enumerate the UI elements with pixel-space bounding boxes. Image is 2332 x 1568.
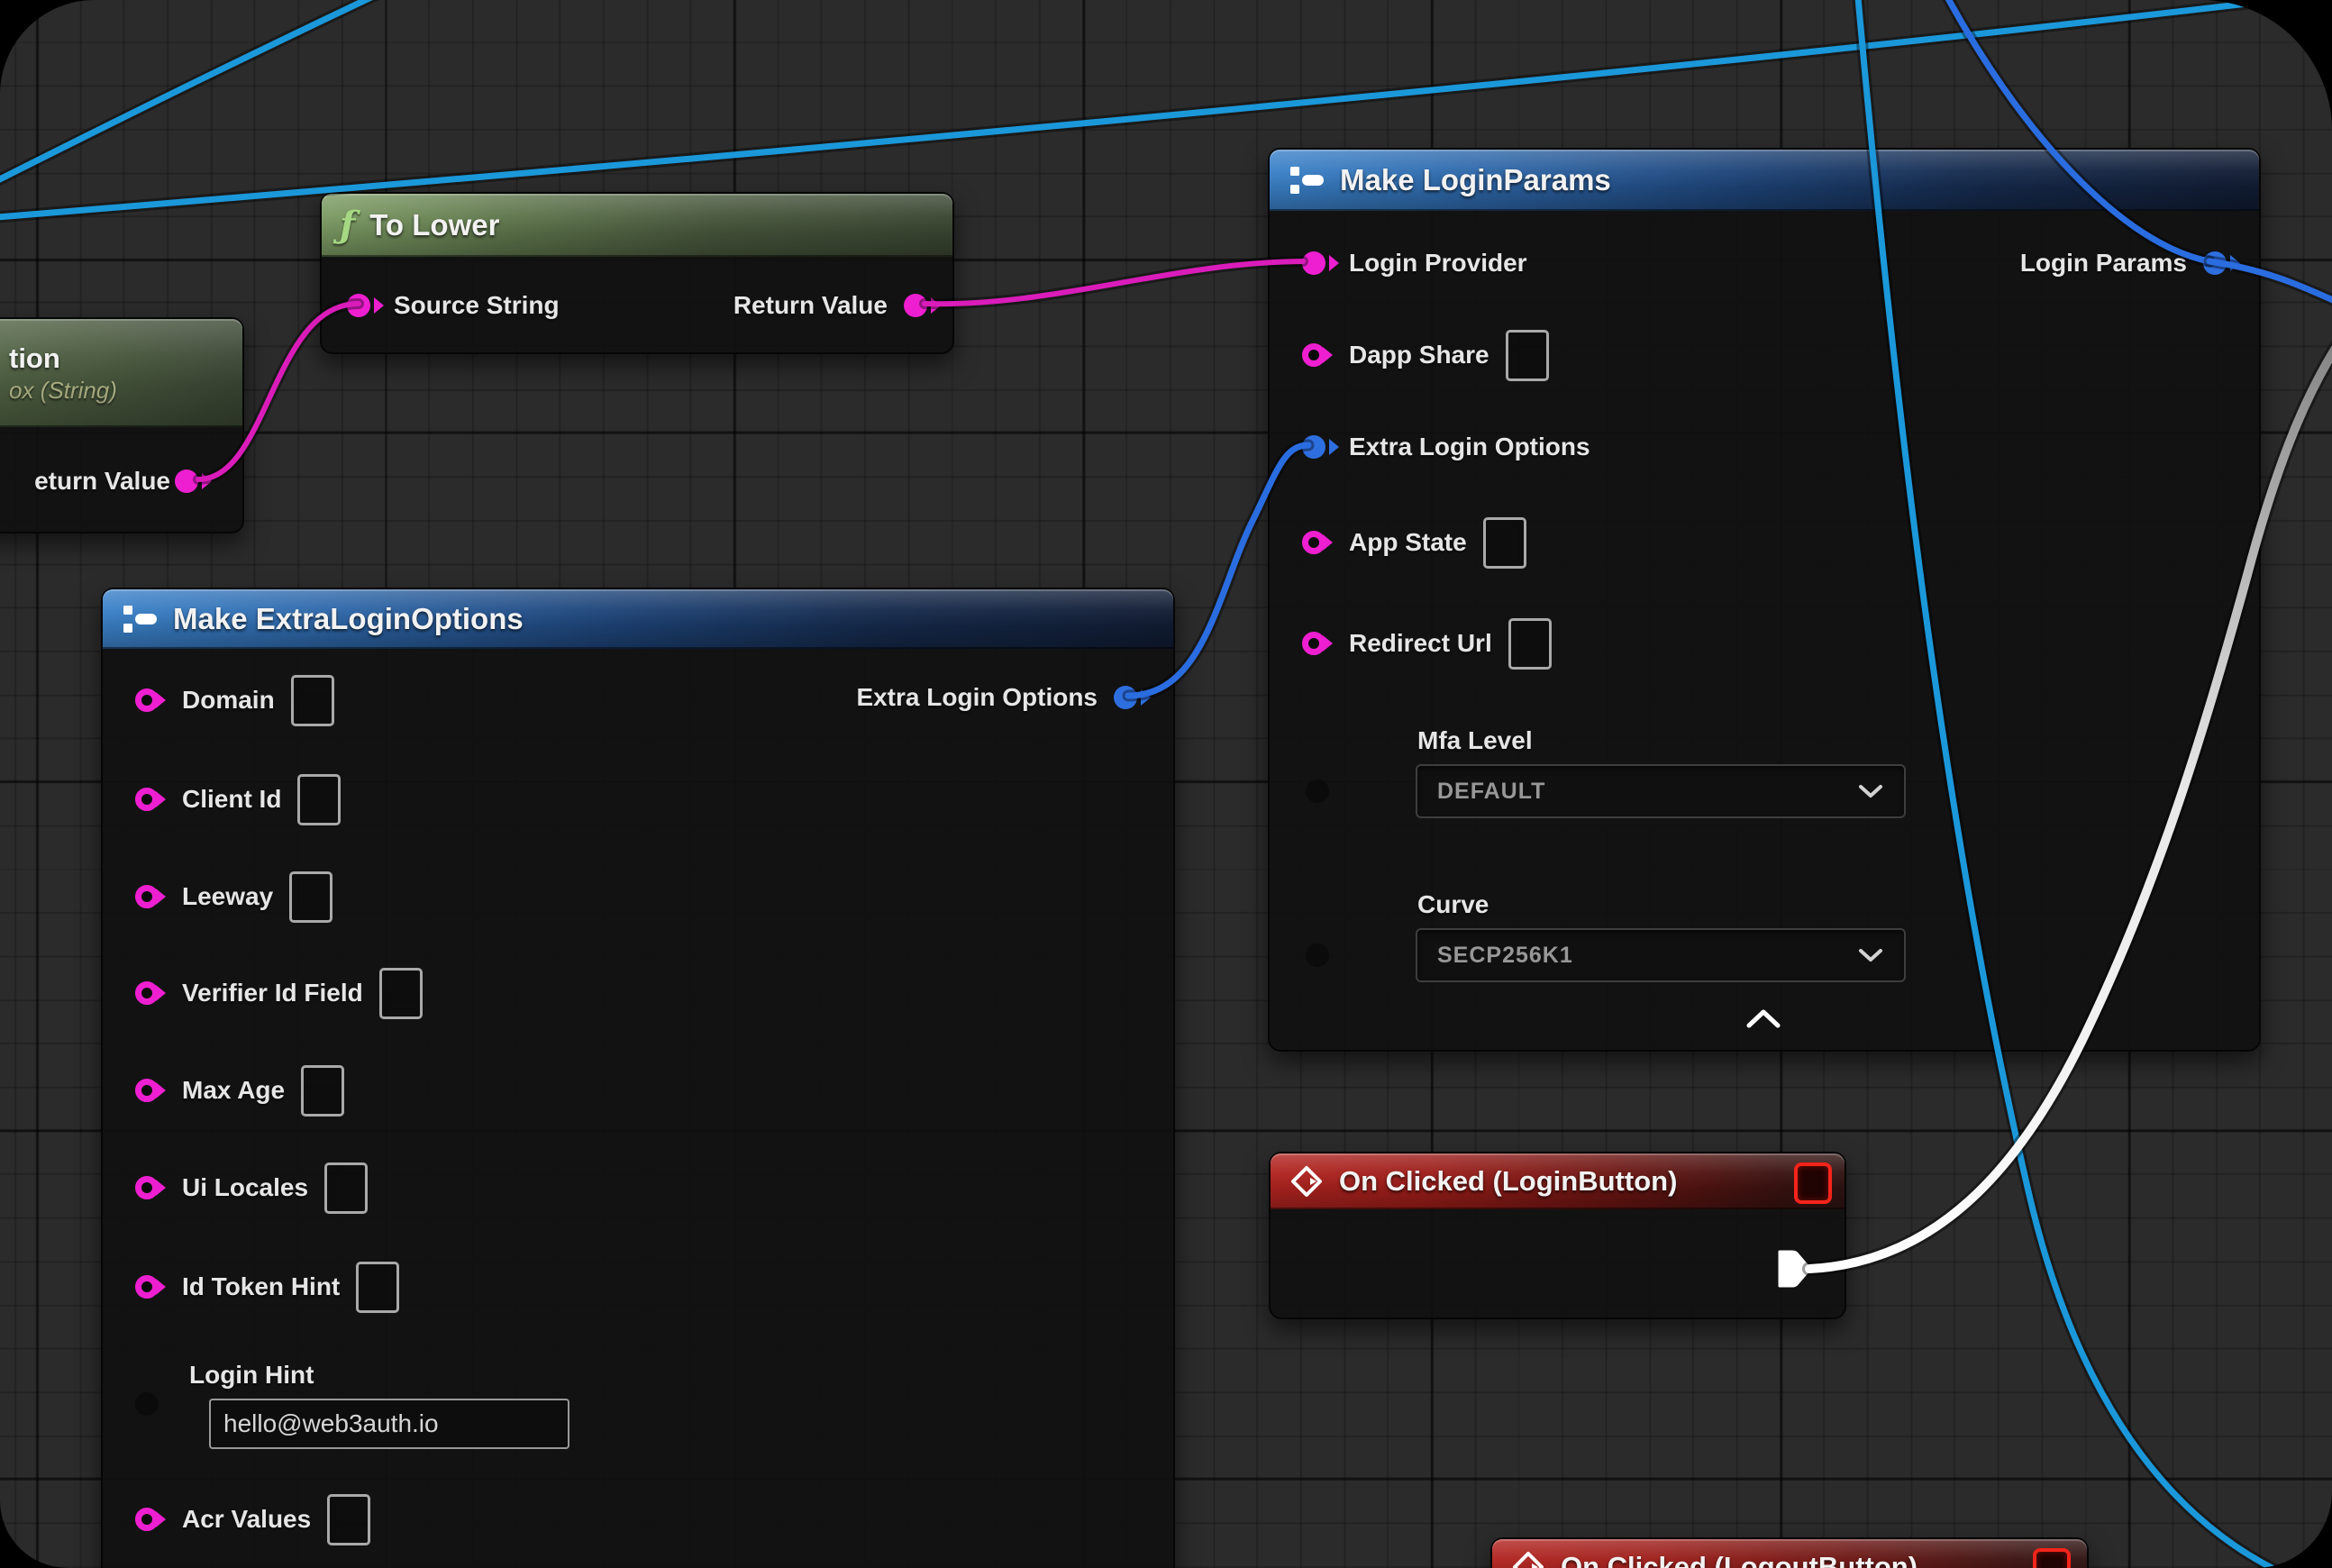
checkbox-client-id[interactable]: [297, 774, 341, 825]
pin-row-source-string: Source String: [347, 281, 560, 330]
node-title: On Clicked (LogoutButton): [1561, 1551, 1918, 1568]
field-label-mfa-level: Mfa Level: [1417, 726, 1533, 755]
node-make-extra-login-options[interactable]: Make ExtraLoginOptions Extra Login Optio…: [101, 588, 1175, 1568]
pin-label: Return Value: [733, 291, 888, 320]
node-truncated-function-header[interactable]: tion ox (String): [0, 319, 242, 427]
dropdown-mfa-level[interactable]: DEFAULT: [1416, 764, 1906, 818]
node-to-lower[interactable]: ƒ To Lower Source String Return Value: [320, 192, 954, 354]
node-to-lower-header[interactable]: ƒ To Lower: [322, 194, 952, 257]
pin-label: Ui Locales: [182, 1173, 308, 1202]
node-title: On Clicked (LoginButton): [1339, 1165, 1677, 1198]
input-pin-acr-values[interactable]: [135, 1508, 159, 1531]
wire-cyan-diag-a-halo: [0, 0, 419, 192]
input-pin-client-id[interactable]: [135, 788, 159, 811]
chevron-down-icon: [1857, 947, 1884, 963]
pin-label: Acr Values: [182, 1505, 311, 1534]
node-on-clicked-logoutbutton-header[interactable]: On Clicked (LogoutButton): [1492, 1539, 2087, 1568]
node-title: Make LoginParams: [1340, 163, 1611, 197]
pin-row-domain: Domain: [135, 676, 334, 725]
make-struct-icon: [1288, 163, 1325, 197]
input-pin-domain[interactable]: [135, 688, 159, 712]
pin-row-extra-login-options: Extra Login Options: [1302, 423, 1590, 471]
input-pin-verifier-id-field[interactable]: [135, 981, 159, 1005]
function-icon: ƒ: [340, 207, 355, 243]
collapse-node-button[interactable]: [1745, 1007, 1781, 1029]
node-make-login-params[interactable]: Make LoginParams Login Params Login Prov…: [1268, 148, 2261, 1052]
dropdown-value: DEFAULT: [1437, 779, 1545, 805]
pin-row-extra-login-options-out: Extra Login Options: [849, 673, 1137, 722]
text-input-login-hint[interactable]: [209, 1399, 569, 1449]
checkbox-app-state[interactable]: [1483, 517, 1526, 569]
pin-label: Login Provider: [1349, 249, 1527, 278]
blueprint-graph-canvas[interactable]: tion ox (String) eturn Value ƒ To Lower …: [0, 0, 2332, 1568]
input-pin-curve[interactable]: [1306, 944, 1329, 967]
checkbox-redirect-url[interactable]: [1508, 618, 1552, 670]
field-label-login-hint: Login Hint: [189, 1361, 314, 1390]
pin-label: Verifier Id Field: [182, 979, 363, 1007]
input-pin-app-state[interactable]: [1302, 531, 1325, 554]
pin-label: Id Token Hint: [182, 1272, 340, 1301]
checkbox-max-age[interactable]: [301, 1065, 344, 1117]
pin-label: Source String: [394, 291, 560, 320]
checkbox-verifier-id-field[interactable]: [379, 968, 423, 1019]
bound-event-badge: [1794, 1162, 1832, 1204]
node-on-clicked-logoutbutton[interactable]: On Clicked (LogoutButton): [1490, 1537, 2089, 1568]
pin-label: Domain: [182, 686, 275, 715]
pin-label: Extra Login Options: [1349, 433, 1590, 461]
node-on-clicked-loginbutton[interactable]: On Clicked (LoginButton): [1269, 1152, 1846, 1319]
pin-label: Max Age: [182, 1076, 285, 1105]
pin-label: eturn Value: [34, 467, 170, 496]
pin-row-leeway: Leeway: [135, 872, 332, 921]
checkbox-dapp-share[interactable]: [1506, 330, 1549, 381]
node-title: tion: [9, 342, 60, 375]
pin-label: Login Params: [2020, 249, 2187, 278]
node-on-clicked-loginbutton-header[interactable]: On Clicked (LoginButton): [1271, 1153, 1845, 1209]
pin-row-redirect-url: Redirect Url: [1302, 619, 1552, 668]
input-pin-mfa-level[interactable]: [1306, 779, 1329, 803]
input-pin-login-hint[interactable]: [135, 1392, 159, 1416]
pin-row-id-token-hint: Id Token Hint: [135, 1263, 399, 1311]
pin-row-acr-values: Acr Values: [135, 1495, 370, 1544]
pin-row-dapp-share: Dapp Share: [1302, 331, 1549, 379]
pin-row-ui-locales: Ui Locales: [135, 1163, 368, 1212]
pin-row-client-id: Client Id: [135, 775, 341, 824]
pin-row-verifier-id-field: Verifier Id Field: [135, 969, 423, 1017]
input-pin-max-age[interactable]: [135, 1079, 159, 1102]
pin-row-login-provider: Login Provider: [1302, 239, 1527, 287]
pin-label: Client Id: [182, 785, 281, 814]
pin-label: Leeway: [182, 882, 273, 911]
event-icon: [1289, 1163, 1325, 1199]
pin-label: Dapp Share: [1349, 341, 1489, 369]
pin-row-return-value: Return Value: [726, 281, 927, 330]
dropdown-value: SECP256K1: [1437, 943, 1573, 969]
checkbox-ui-locales[interactable]: [324, 1162, 368, 1214]
make-struct-icon: [121, 602, 159, 636]
input-pin-dapp-share[interactable]: [1302, 343, 1325, 367]
pin-row-app-state: App State: [1302, 518, 1526, 567]
node-title: To Lower: [369, 208, 499, 242]
input-pin-redirect-url[interactable]: [1302, 632, 1325, 655]
checkbox-leeway[interactable]: [289, 871, 332, 923]
input-pin-id-token-hint[interactable]: [135, 1275, 159, 1299]
dropdown-curve[interactable]: SECP256K1: [1416, 928, 1906, 982]
node-title: Make ExtraLoginOptions: [173, 602, 524, 636]
checkbox-domain[interactable]: [291, 675, 334, 726]
pin-label: Redirect Url: [1349, 629, 1492, 658]
pin-row-max-age: Max Age: [135, 1066, 344, 1115]
pin-label: App State: [1349, 528, 1467, 557]
checkbox-acr-values[interactable]: [327, 1494, 370, 1545]
node-make-extra-login-options-header[interactable]: Make ExtraLoginOptions: [103, 589, 1173, 649]
event-icon: [1510, 1549, 1546, 1568]
chevron-down-icon: [1857, 783, 1884, 799]
bound-event-badge: [2033, 1548, 2071, 1568]
input-pin-leeway[interactable]: [135, 885, 159, 908]
field-label-curve: Curve: [1417, 890, 1489, 919]
wire-cyan-diag-a[interactable]: [0, 0, 419, 192]
checkbox-id-token-hint[interactable]: [356, 1262, 399, 1313]
pin-label: Extra Login Options: [856, 683, 1098, 712]
input-pin-ui-locales[interactable]: [135, 1176, 159, 1199]
node-subtitle: ox (String): [9, 377, 117, 405]
node-truncated-function[interactable]: tion ox (String) eturn Value: [0, 317, 244, 533]
